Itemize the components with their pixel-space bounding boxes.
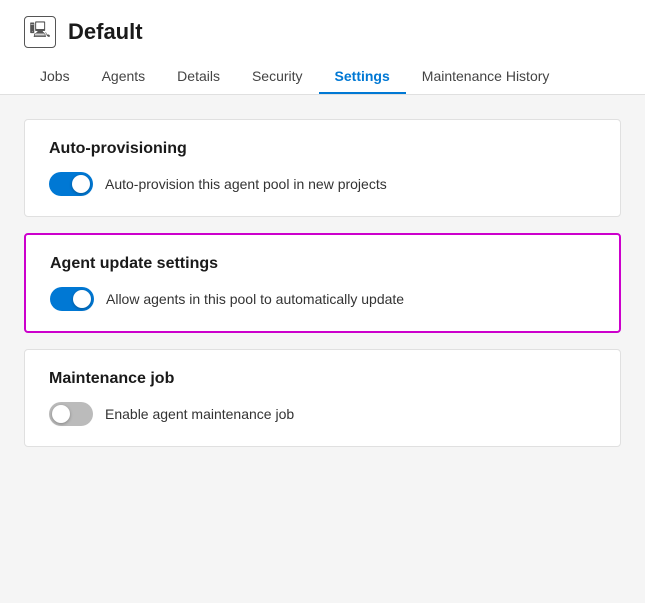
auto-provisioning-toggle-row: Auto-provision this agent pool in new pr… [49, 172, 596, 196]
tab-security[interactable]: Security [236, 60, 319, 94]
tab-jobs[interactable]: Jobs [24, 60, 86, 94]
maintenance-job-toggle[interactable] [49, 402, 93, 426]
maintenance-job-toggle-row: Enable agent maintenance job [49, 402, 596, 426]
page-title: Default [68, 19, 143, 45]
agent-update-toggle-row: Allow agents in this pool to automatical… [50, 287, 595, 311]
maintenance-job-title: Maintenance job [49, 370, 596, 388]
auto-provisioning-label: Auto-provision this agent pool in new pr… [105, 176, 387, 192]
main-content: Auto-provisioning Auto-provision this ag… [0, 95, 645, 471]
auto-provisioning-toggle[interactable] [49, 172, 93, 196]
title-row: 🖳 Default [24, 16, 621, 60]
auto-provisioning-card: Auto-provisioning Auto-provision this ag… [24, 119, 621, 217]
agent-update-toggle[interactable] [50, 287, 94, 311]
tab-maintenance-history[interactable]: Maintenance History [406, 60, 566, 94]
maintenance-job-card: Maintenance job Enable agent maintenance… [24, 349, 621, 447]
maintenance-job-label: Enable agent maintenance job [105, 406, 294, 422]
tab-details[interactable]: Details [161, 60, 236, 94]
nav-tabs: Jobs Agents Details Security Settings Ma… [24, 60, 621, 94]
toggle-slider [49, 172, 93, 196]
agent-update-title: Agent update settings [50, 255, 595, 273]
toggle-slider-3 [49, 402, 93, 426]
agent-update-card: Agent update settings Allow agents in th… [24, 233, 621, 333]
tab-agents[interactable]: Agents [86, 60, 162, 94]
pool-icon: 🖳 [24, 16, 56, 48]
page-header: 🖳 Default Jobs Agents Details Security S… [0, 0, 645, 95]
agent-update-label: Allow agents in this pool to automatical… [106, 291, 404, 307]
auto-provisioning-title: Auto-provisioning [49, 140, 596, 158]
toggle-slider-2 [50, 287, 94, 311]
tab-settings[interactable]: Settings [319, 60, 406, 94]
